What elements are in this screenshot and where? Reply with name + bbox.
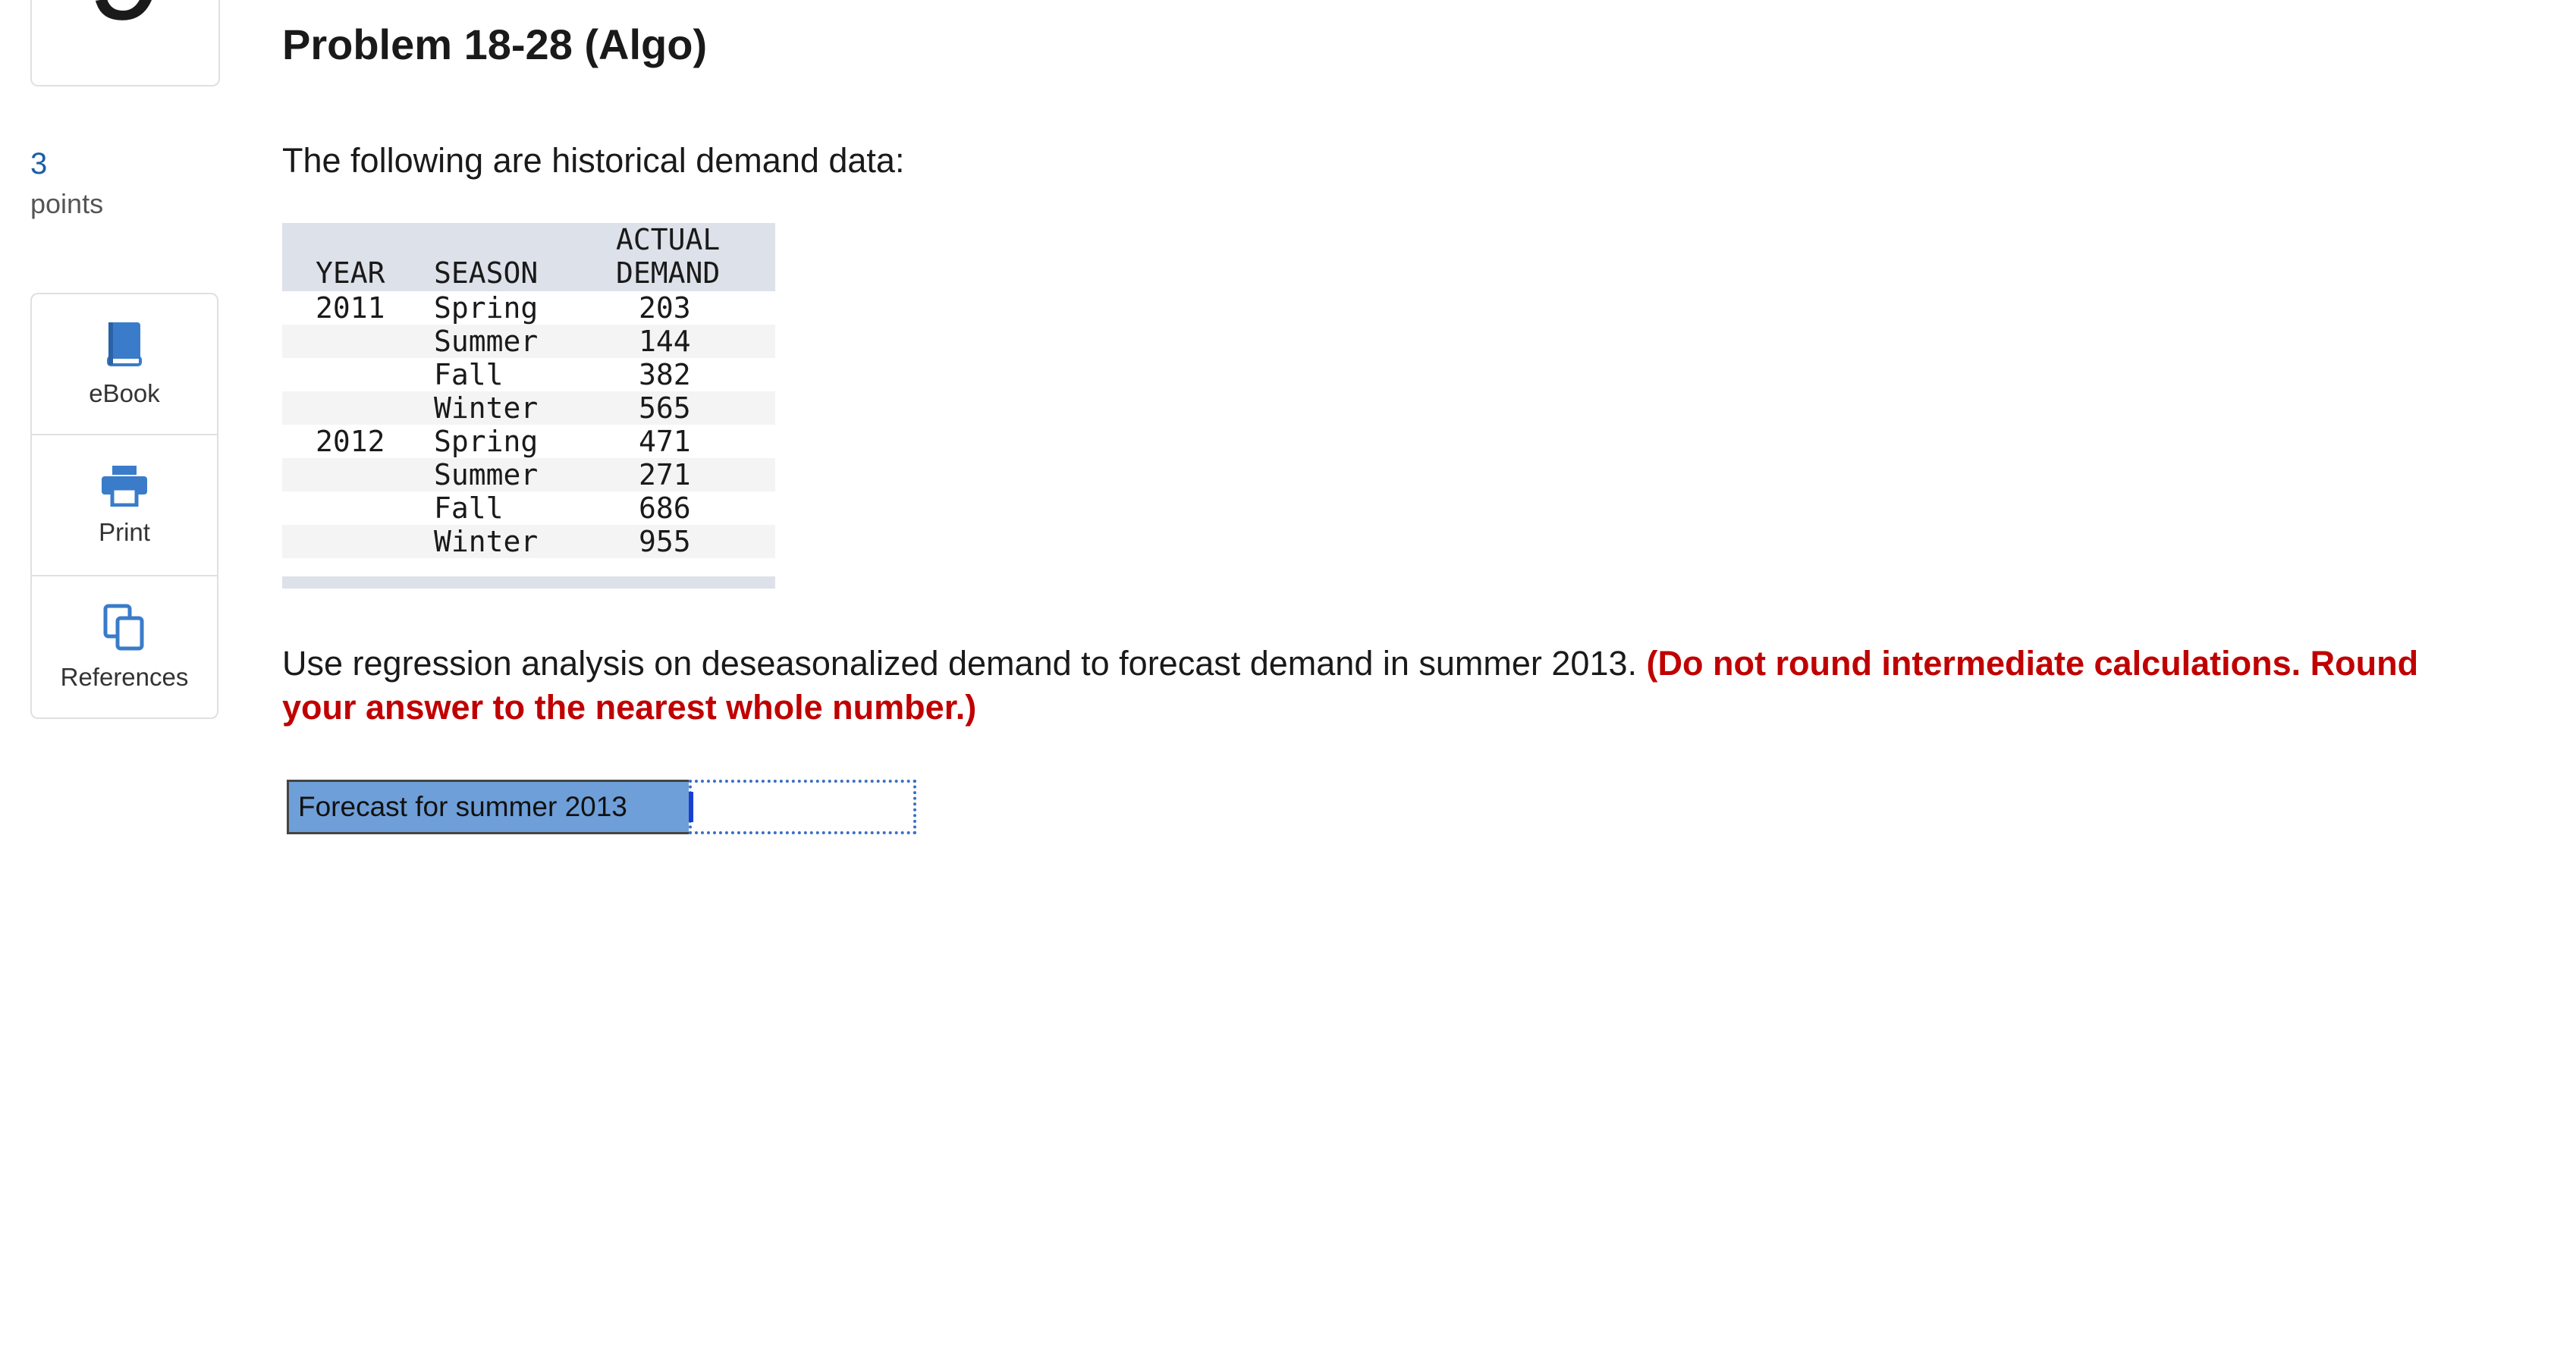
copy-icon xyxy=(102,603,146,655)
cell-demand: 565 xyxy=(639,391,691,425)
cell-demand: 203 xyxy=(639,291,691,325)
answer-label: Forecast for summer 2013 xyxy=(287,780,689,834)
cell-demand: 382 xyxy=(639,358,691,391)
header-demand: DEMAND xyxy=(616,256,721,290)
book-icon xyxy=(104,321,145,372)
print-button[interactable]: Print xyxy=(32,435,217,576)
cell-demand: 686 xyxy=(639,491,691,525)
ebook-label: eBook xyxy=(89,378,160,407)
question-number-box: 9 xyxy=(30,0,220,86)
references-button[interactable]: References xyxy=(32,576,217,717)
table-row: Fall 382 xyxy=(282,358,775,391)
references-label: References xyxy=(60,662,189,691)
cell-season: Fall xyxy=(434,358,504,391)
demand-table: YEAR SEASON ACTUAL DEMAND 2011 Spring 20… xyxy=(282,223,775,589)
print-label: Print xyxy=(99,517,150,546)
header-year: YEAR xyxy=(316,256,385,290)
header-actual: ACTUAL xyxy=(616,223,721,256)
table-row: Winter 955 xyxy=(282,525,775,558)
cell-season: Winter xyxy=(434,525,539,558)
table-row: Summer 144 xyxy=(282,325,775,358)
points-value: 3 xyxy=(30,147,48,181)
table-row: Summer 271 xyxy=(282,458,775,491)
points-label: points xyxy=(30,188,104,219)
cell-season: Summer xyxy=(434,325,539,358)
cell-demand: 271 xyxy=(639,458,691,491)
cell-demand: 955 xyxy=(639,525,691,558)
cell-year: 2011 xyxy=(316,291,385,325)
table-row: Fall 686 xyxy=(282,491,775,525)
table-header: YEAR SEASON ACTUAL DEMAND xyxy=(282,223,775,291)
table-footer xyxy=(282,576,775,589)
question-text: Use regression analysis on deseasonalize… xyxy=(282,642,2482,730)
forecast-input[interactable] xyxy=(689,780,916,834)
intro-text: The following are historical demand data… xyxy=(282,141,905,180)
text-cursor xyxy=(689,792,693,822)
table-row: 2011 Spring 203 xyxy=(282,291,775,325)
cell-season: Winter xyxy=(434,391,539,425)
ebook-button[interactable]: eBook xyxy=(32,294,217,435)
cell-season: Spring xyxy=(434,425,539,458)
cell-season: Spring xyxy=(434,291,539,325)
table-row: 2012 Spring 471 xyxy=(282,425,775,458)
header-season: SEASON xyxy=(434,256,539,290)
cell-year: 2012 xyxy=(316,425,385,458)
cell-season: Summer xyxy=(434,458,539,491)
question-body: Use regression analysis on deseasonalize… xyxy=(282,644,1638,683)
printer-icon xyxy=(100,464,149,510)
problem-title: Problem 18-28 (Algo) xyxy=(282,20,708,68)
table-row: Winter 565 xyxy=(282,391,775,425)
question-page: 9 3 points eBook Print xyxy=(0,0,2576,1347)
answer-row: Forecast for summer 2013 xyxy=(287,780,916,834)
tools-panel: eBook Print References xyxy=(30,293,218,719)
cell-season: Fall xyxy=(434,491,504,525)
table-body: 2011 Spring 203 Summer 144 Fall 382 Wint… xyxy=(282,291,775,558)
cell-demand: 471 xyxy=(639,425,691,458)
cell-demand: 144 xyxy=(639,325,691,358)
question-number: 9 xyxy=(32,0,218,49)
